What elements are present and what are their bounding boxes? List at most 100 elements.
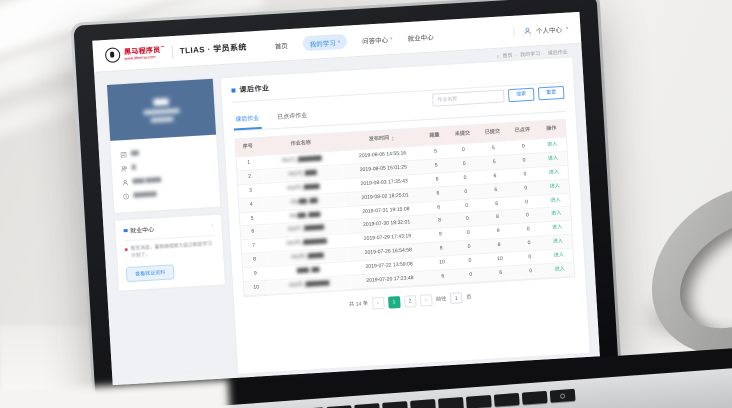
cell-no: 3 — [238, 184, 263, 198]
tab-homework[interactable]: 课后作业 — [232, 106, 261, 131]
cell-submitted: 6 — [481, 197, 512, 212]
enter-link[interactable]: 进入 — [549, 169, 560, 176]
enter-link[interactable]: 进入 — [553, 238, 564, 245]
keyboard-key[interactable] — [466, 395, 492, 408]
pagination-prev-button[interactable]: ‹ — [372, 297, 385, 310]
cell-submitted: 6 — [481, 183, 512, 198]
enter-link[interactable]: 进入 — [552, 224, 563, 231]
homework-name-search-input[interactable] — [432, 89, 505, 106]
keyboard-key[interactable] — [438, 397, 464, 408]
group-icon — [121, 164, 128, 171]
pagination-page-2[interactable]: 2 — [404, 295, 417, 308]
cell-questions: 9 — [427, 228, 454, 242]
enter-link[interactable]: 进入 — [548, 155, 559, 162]
chevron-down-icon: ▾ — [390, 35, 393, 41]
cell-no: 4 — [239, 198, 264, 212]
reset-button[interactable]: 重置 — [538, 86, 565, 101]
col-header-submitted: 已提交 — [477, 123, 508, 142]
search-button[interactable]: 搜索 — [508, 88, 535, 103]
enter-link[interactable]: 进入 — [554, 266, 565, 273]
divider — [124, 235, 214, 241]
cell-questions: 5 — [422, 145, 449, 159]
view-employment-info-button[interactable]: 查看就业资料 — [126, 264, 175, 282]
cell-reviewed: 0 — [512, 209, 543, 224]
user-icon — [524, 26, 532, 34]
cell-not_submitted: 0 — [451, 185, 482, 200]
cell-not_submitted: 0 — [452, 212, 483, 227]
breadcrumb-separator: · — [543, 50, 545, 56]
breadcrumb-home[interactable]: 首页 — [502, 52, 512, 60]
cell-submitted: 10 — [485, 252, 516, 267]
pagination-next-button[interactable]: › — [420, 294, 433, 307]
cell-action: 进入 — [540, 179, 569, 194]
main-nav: 首页 我的学习▾ 问答中心▾ 就业中心 — [274, 29, 434, 53]
user-menu[interactable]: 个人中心 ▾ — [514, 23, 569, 36]
keyboard-key[interactable] — [354, 403, 380, 408]
app-title: TLIAS · 学员系统 — [180, 42, 248, 57]
sort-icon[interactable]: ▲▼ — [391, 136, 394, 141]
cell-submitted: 5 — [479, 155, 510, 170]
cell-no: 1 — [236, 156, 261, 170]
cell-action: 进入 — [538, 138, 567, 153]
keyboard-key[interactable] — [410, 399, 436, 408]
pagination-goto-unit: 页 — [466, 294, 472, 301]
cell-not_submitted: 0 — [455, 254, 486, 269]
brand-text: 黑马程序员™ www.itheima.com — [124, 46, 166, 61]
cell-questions: 8 — [426, 214, 453, 228]
homework-table: 序号 作业名称 发布时间 ▲▼ 题量 未提交 已提交 已点评 — [234, 119, 575, 297]
nav-item-home[interactable]: 首页 — [274, 40, 288, 51]
profile-item-text-blurred: ▇▇▇▇▇▇ — [133, 191, 156, 198]
cell-questions: 6 — [424, 173, 451, 187]
chevron-right-icon[interactable]: › — [211, 222, 213, 228]
laptop-bezel: 黑马程序员™ www.itheima.com TLIAS · 学员系统 首页 我… — [73, 0, 618, 399]
nav-item-qa-center[interactable]: 问答中心▾ — [362, 33, 393, 45]
breadcrumb-my-learning[interactable]: 我的学习 — [520, 50, 540, 58]
cell-action: 进入 — [545, 249, 574, 264]
photo-scene: 黑马程序员™ www.itheima.com TLIAS · 学员系统 首页 我… — [0, 0, 732, 408]
cell-action: 进入 — [539, 152, 568, 167]
cell-questions: 6 — [425, 200, 452, 214]
cell-no: 9 — [243, 267, 268, 281]
cell-action: 进入 — [542, 207, 571, 222]
enter-link[interactable]: 进入 — [549, 183, 560, 190]
notification-dot — [125, 248, 128, 251]
employment-card: 就业中心 › 暂无消息，暑假继续努力自己制定学习计划了。 查看就业资料 — [115, 214, 225, 290]
panel-title: 课后作业 — [239, 83, 270, 95]
cell-submitted: 8 — [484, 238, 515, 253]
cell-submitted: 8 — [482, 211, 513, 226]
nav-item-job-center[interactable]: 就业中心 — [407, 31, 434, 43]
itheima-logo-icon — [105, 47, 121, 63]
cell-submitted: 6 — [480, 169, 511, 184]
profile-item-text-blurred: ▇▇ — [131, 150, 139, 156]
cell-questions: 6 — [425, 186, 452, 200]
cell-action: 进入 — [540, 166, 569, 181]
keyboard-key[interactable] — [382, 401, 408, 408]
enter-link[interactable]: 进入 — [551, 211, 562, 218]
laptop-screen: 黑马程序员™ www.itheima.com TLIAS · 学员系统 首页 我… — [92, 12, 600, 385]
cell-action: 进入 — [544, 235, 573, 250]
power-key[interactable] — [550, 389, 576, 403]
brand-divider — [171, 45, 173, 59]
employment-header[interactable]: 就业中心 › — [123, 221, 213, 235]
keyboard-key[interactable] — [522, 391, 548, 405]
employment-message: 暂无消息，暑假继续努力自己制定学习计划了。 — [125, 241, 216, 261]
sidebar: ▇▇▇ ▇▇▇▇▇▇▇▇▇▇▇ ▇▇▇▇▇▇▇ ▇▇ — [107, 79, 230, 381]
cell-questions: 6 — [430, 270, 457, 284]
chevron-down-icon: ▾ — [566, 25, 569, 31]
enter-link[interactable]: 进入 — [550, 197, 561, 204]
pagination-goto-input[interactable] — [450, 293, 463, 305]
brand-logo[interactable]: 黑马程序员™ www.itheima.com — [105, 44, 166, 63]
cell-reviewed: 0 — [510, 181, 541, 196]
cell-action: 进入 — [545, 263, 574, 278]
pagination-page-1[interactable]: 1 — [388, 296, 401, 309]
cell-reviewed: 0 — [515, 250, 546, 265]
tab-reviewed-homework[interactable]: 已点评作业 — [274, 103, 309, 128]
cell-submitted: 9 — [483, 224, 514, 239]
enter-link[interactable]: 进入 — [547, 141, 558, 148]
trademark-symbol: ™ — [160, 45, 165, 50]
nav-item-my-learning[interactable]: 我的学习▾ — [302, 34, 347, 52]
enter-link[interactable]: 进入 — [554, 252, 565, 259]
cell-action: 进入 — [541, 193, 570, 208]
cell-not_submitted: 0 — [453, 226, 484, 241]
keyboard-key[interactable] — [494, 393, 520, 407]
